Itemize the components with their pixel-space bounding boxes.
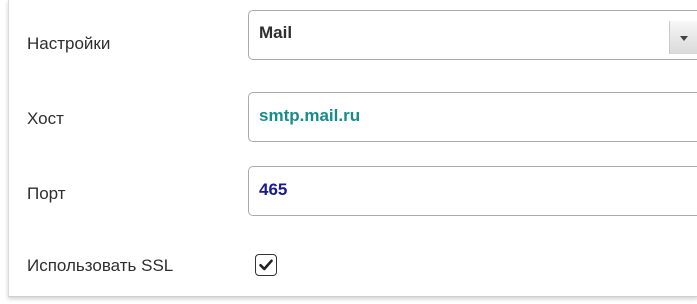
ssl-label: Использовать SSL xyxy=(27,256,174,275)
checkmark-icon xyxy=(259,259,273,271)
ssl-checkbox[interactable] xyxy=(255,254,277,276)
settings-select[interactable]: Mail xyxy=(248,10,697,60)
port-label: Порт xyxy=(27,184,66,203)
port-input-value: 465 xyxy=(259,180,288,199)
host-label: Хост xyxy=(27,109,64,128)
settings-label: Настройки xyxy=(27,34,111,53)
host-input-value: smtp.mail.ru xyxy=(259,106,361,125)
host-input[interactable]: smtp.mail.ru xyxy=(248,92,697,142)
settings-selected-value: Mail xyxy=(259,23,293,42)
chevron-down-icon xyxy=(680,36,688,41)
port-input[interactable]: 465 xyxy=(248,166,697,216)
dropdown-arrow-button[interactable] xyxy=(669,21,697,54)
